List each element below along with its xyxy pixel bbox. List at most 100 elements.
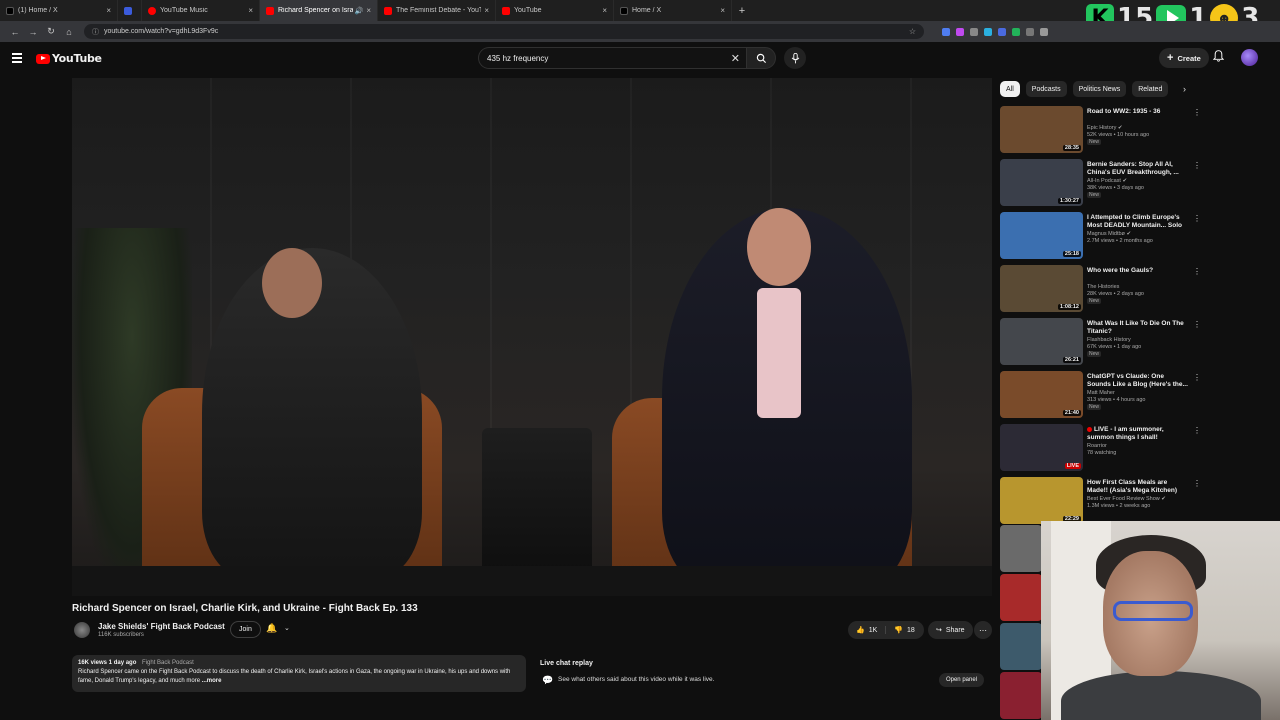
extension-icon[interactable] (998, 27, 1006, 36)
recommendation-title[interactable]: ChatGPT vs Claude: One Sounds Like a Blo… (1087, 373, 1189, 389)
extension-icon[interactable] (984, 27, 992, 36)
browser-tab[interactable]: The Feminist Debate - YouTube× (378, 0, 496, 21)
notifications-bell-icon[interactable] (1212, 50, 1225, 65)
channel-avatar[interactable] (74, 622, 90, 638)
back-icon[interactable]: ← (6, 27, 24, 37)
description-box[interactable]: 16K views 1 day ago Fight Back Podcast R… (72, 655, 526, 692)
browser-tab[interactable]: (1) Home / X × (0, 0, 118, 21)
channel-name[interactable]: Jake Shields' Fight Back Podcast (98, 622, 225, 631)
video-thumbnail[interactable]: 21:40 (1000, 371, 1083, 418)
extension-icon[interactable] (970, 27, 978, 36)
chevron-right-icon[interactable]: › (1183, 84, 1186, 94)
extension-icon[interactable] (1026, 27, 1034, 36)
recommendation-item[interactable]: LIVE LIVE - I am summoner, summon things … (1000, 424, 1201, 476)
video-thumbnail[interactable]: 1:08:12 (1000, 265, 1083, 312)
recommendation-title[interactable]: Bernie Sanders: Stop All AI, China's EUV… (1087, 161, 1189, 177)
subscription-bell-icon[interactable]: 🔔 (266, 623, 277, 634)
video-thumbnail[interactable]: 1:30:27 (1000, 159, 1083, 206)
video-thumbnail[interactable]: 26:21 (1000, 318, 1083, 365)
recommendation-item[interactable]: 1:08:12 Who were the Gauls? The Histories 2… (1000, 265, 1201, 317)
search-input[interactable]: 435 hz frequency ✕ (478, 47, 746, 69)
more-actions-button[interactable]: ⋯ (974, 621, 992, 639)
dislike-button[interactable]: 👎 18 (886, 626, 915, 635)
chip-politics-news[interactable]: Politics News (1072, 81, 1127, 97)
chevron-down-icon[interactable]: ⌄ (284, 624, 290, 632)
chip-related[interactable]: Related (1132, 81, 1169, 97)
browser-tab[interactable]: YouTube × (496, 0, 614, 21)
chip-all[interactable]: All (1000, 81, 1020, 97)
recommendation-item[interactable]: 1:30:27 Bernie Sanders: Stop All AI, Chin… (1000, 159, 1201, 211)
more-options-icon[interactable]: ⋮ (1193, 108, 1201, 117)
menu-icon[interactable] (12, 53, 22, 65)
more-options-icon[interactable]: ⋮ (1193, 479, 1201, 488)
browser-tab-active[interactable]: Richard Spencer on Israel, C🔊× (260, 0, 378, 21)
video-thumbnail[interactable] (1000, 574, 1042, 621)
browser-tab[interactable]: Home / X × (614, 0, 732, 21)
reload-icon[interactable]: ↻ (42, 26, 60, 37)
extension-icon[interactable] (1040, 27, 1048, 36)
chip-podcasts[interactable]: Podcasts (1025, 81, 1067, 97)
video-thumbnail[interactable]: 22:29 (1000, 477, 1083, 524)
more-options-icon[interactable]: ⋮ (1193, 267, 1201, 276)
more-options-icon[interactable]: ⋮ (1193, 426, 1201, 435)
recommendation-channel[interactable]: Epic History ✔ (1087, 125, 1122, 131)
description-tag[interactable]: Fight Back Podcast (142, 660, 194, 666)
forward-icon[interactable]: → (24, 27, 42, 37)
recommendation-title[interactable]: What Was It Like To Die On The Titanic? (1087, 320, 1189, 336)
create-button[interactable]: + Create (1159, 48, 1209, 68)
recommendation-channel[interactable]: Roarrior (1087, 443, 1107, 449)
more-options-icon[interactable]: ⋮ (1193, 373, 1201, 382)
browser-tab[interactable]: YouTube Music × (142, 0, 260, 21)
recommendation-item[interactable]: 26:21 What Was It Like To Die On The Tita… (1000, 318, 1201, 370)
join-button[interactable]: Join (230, 621, 261, 638)
video-thumbnail[interactable]: LIVE (1000, 424, 1083, 471)
audio-playing-icon[interactable]: 🔊 (355, 7, 364, 15)
bookmark-star-icon[interactable]: ☆ (909, 27, 916, 36)
address-bar[interactable]: ⓘ youtube.com/watch?v=gdhL9d3Fv9c ☆ (84, 24, 924, 39)
recommendation-channel[interactable]: Flashback History (1087, 337, 1131, 343)
video-thumbnail[interactable] (1000, 525, 1042, 572)
tab-close-icon[interactable]: × (106, 6, 111, 15)
more-options-icon[interactable]: ⋮ (1193, 320, 1201, 329)
video-player[interactable] (72, 78, 992, 596)
youtube-logo[interactable]: YouTube (36, 52, 102, 65)
extension-icon[interactable] (942, 27, 950, 36)
tab-close-icon[interactable]: × (248, 6, 253, 15)
recommendation-channel[interactable]: The Histories (1087, 284, 1119, 290)
new-tab-button[interactable]: + (734, 5, 750, 17)
recommendation-channel[interactable]: All-In Podcast ✔ (1087, 178, 1127, 184)
tab-close-icon[interactable]: × (366, 6, 371, 15)
recommendation-channel[interactable]: Magnus Midtbø ✔ (1087, 231, 1131, 237)
tab-close-icon[interactable]: × (602, 6, 607, 15)
video-thumbnail[interactable]: 25:18 (1000, 212, 1083, 259)
recommendation-title[interactable]: LIVE - I am summoner, summon things I sh… (1087, 426, 1189, 442)
recommendation-title[interactable]: Who were the Gauls? (1087, 267, 1189, 275)
voice-search-button[interactable] (784, 47, 806, 69)
recommendation-channel[interactable]: Matt Maher (1087, 390, 1115, 396)
extension-icon[interactable] (1012, 27, 1020, 36)
recommendation-item[interactable]: 25:18 I Attempted to Climb Europe's Most … (1000, 212, 1201, 264)
more-options-icon[interactable]: ⋮ (1193, 161, 1201, 170)
recommendation-title[interactable]: How First Class Meals are Made!! (Asia's… (1087, 479, 1189, 495)
clear-search-icon[interactable]: ✕ (731, 52, 740, 65)
video-thumbnail[interactable]: 28:35 (1000, 106, 1083, 153)
extension-icon[interactable] (956, 27, 964, 36)
search-button[interactable] (746, 47, 776, 69)
user-avatar[interactable] (1241, 49, 1258, 66)
like-button[interactable]: 👍 1K (848, 626, 887, 634)
home-icon[interactable]: ⌂ (60, 27, 78, 37)
recommendation-item[interactable]: 28:35 Road to WW2: 1935 - 36 Epic History … (1000, 106, 1201, 158)
recommendation-title[interactable]: Road to WW2: 1935 - 36 (1087, 108, 1189, 116)
recommendation-title[interactable]: I Attempted to Climb Europe's Most DEADL… (1087, 214, 1189, 230)
video-thumbnail[interactable] (1000, 672, 1042, 719)
site-info-icon[interactable]: ⓘ (92, 27, 99, 37)
tab-close-icon[interactable]: × (720, 6, 725, 15)
recommendation-channel[interactable]: Best Ever Food Review Show ✔ (1087, 496, 1166, 502)
share-button[interactable]: ↪ Share (928, 621, 973, 639)
more-options-icon[interactable]: ⋮ (1193, 214, 1201, 223)
recommendation-item[interactable]: 21:40 ChatGPT vs Claude: One Sounds Like … (1000, 371, 1201, 423)
video-thumbnail[interactable] (1000, 623, 1042, 670)
show-more-link[interactable]: ...more (202, 678, 222, 684)
browser-tab[interactable] (118, 0, 142, 21)
open-panel-button[interactable]: Open panel (938, 673, 984, 687)
